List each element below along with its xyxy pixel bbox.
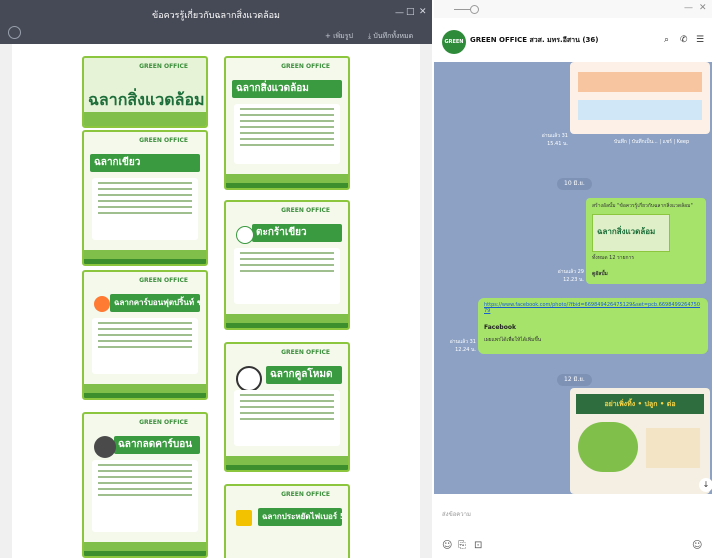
viewer-title: ข้อควรรู้เกี่ยวกับฉลากสิ่งแวดล้อม	[152, 11, 280, 21]
album-message[interactable]: สร้างอัลบั้ม "ข้อควรรู้เกี่ยวกับฉลากสิ่ง…	[586, 198, 706, 284]
card-title: ฉลากเขียว	[90, 154, 200, 172]
card-title: ฉลากคูลโหมด	[266, 366, 342, 384]
call-icon[interactable]: ✆	[680, 35, 688, 45]
image-card[interactable]: GREEN OFFICE ฉลากลดคาร์บอน	[82, 412, 208, 558]
add-photo-button[interactable]: + เพิ่มรูป	[325, 31, 353, 42]
logo: GREEN OFFICE	[281, 491, 330, 498]
image-content	[578, 100, 702, 120]
card-title: ฉลากลดคาร์บอน	[114, 436, 200, 454]
message-input-area[interactable]: ส่งข้อความ ☺ ⎘ ⊡ ☺	[434, 494, 712, 558]
minimize-icon[interactable]: —	[684, 3, 693, 13]
view-album-link[interactable]: ดูอัลบั้ม	[592, 270, 608, 278]
card-text	[92, 178, 198, 240]
album-count: ทั้งหมด 12 รายการ	[592, 255, 635, 261]
decoration	[84, 259, 206, 264]
close-icon[interactable]: ✕	[419, 7, 427, 17]
basket-icon	[236, 226, 254, 244]
low-carbon-icon	[94, 436, 116, 458]
card-text	[234, 390, 340, 446]
emoji-icon[interactable]: ☺	[442, 540, 452, 551]
chat-window: — ✕ GREEN OFFICE GREEN OFFICE สวส. มทร.อ…	[434, 0, 712, 558]
card-text	[92, 460, 198, 532]
album-viewer-window: ข้อควรรู้เกี่ยวกับฉลากสิ่งแวดล้อม + เพิ่…	[0, 0, 432, 558]
image-card[interactable]: GREEN OFFICE ฉลากเขียว	[82, 130, 208, 266]
save-all-button[interactable]: ⤓ บันทึกทั้งหมด	[368, 31, 413, 42]
image-content	[578, 72, 702, 92]
read-time: อ่านแล้ว 31 12.24 น.	[449, 339, 476, 353]
image-content	[646, 428, 700, 468]
album-caption: สร้างอัลบั้ม "ข้อควรรู้เกี่ยวกับฉลากสิ่ง…	[592, 203, 693, 209]
link-preview-title[interactable]: Facebook	[484, 324, 516, 331]
message-list[interactable]: บันทึก | บันทึกเป็น... | แชร์ | Keep อ่า…	[434, 62, 712, 494]
card-title: ตะกร้าเขียว	[252, 224, 342, 242]
image-headline: อย่าเพิ่งทิ้ง • ปลูก • ต่อ	[576, 394, 704, 414]
image-card[interactable]: GREEN OFFICE ฉลากสิ่งแวดล้อม	[224, 56, 350, 190]
group-avatar[interactable]: GREEN OFFICE	[442, 30, 466, 69]
image-card[interactable]: GREEN OFFICE ตะกร้าเขียว	[224, 200, 350, 330]
logo: GREEN OFFICE	[281, 349, 330, 356]
date-separator: 12 มิ.ย.	[557, 374, 592, 386]
minimize-icon[interactable]: —	[395, 8, 404, 18]
select-all-checkbox[interactable]	[8, 26, 21, 39]
logo: GREEN OFFICE	[139, 419, 188, 426]
scroll-down-button[interactable]: ↓	[699, 478, 712, 492]
decoration	[84, 112, 206, 126]
attach-icon[interactable]: ⎘	[458, 540, 466, 551]
decoration	[84, 551, 206, 556]
read-time: อ่านแล้ว 31 15.41 น.	[541, 133, 568, 147]
image-footer[interactable]: บันทึก | บันทึกเป็น... | แชร์ | Keep	[614, 138, 689, 146]
drag-handle[interactable]	[454, 9, 470, 10]
logo: GREEN OFFICE	[281, 207, 330, 214]
image-card[interactable]: GREEN OFFICE ฉลากคาร์บอนฟุตปริ้นท์ ของผล…	[82, 270, 208, 400]
logo: GREEN OFFICE	[139, 277, 188, 284]
logo: GREEN OFFICE	[281, 63, 330, 70]
card-text	[92, 318, 198, 374]
decoration	[226, 323, 348, 328]
card-title: ฉลากสิ่งแวดล้อม	[88, 90, 205, 109]
decoration	[226, 183, 348, 188]
image-message[interactable]	[570, 62, 710, 134]
search-icon[interactable]: ⌕	[664, 35, 669, 45]
card-title: ฉลากประหยัดไฟเบอร์ 5	[258, 508, 342, 526]
chat-title[interactable]: GREEN OFFICE สวส. มทร.อีสาน (36)	[470, 35, 598, 46]
cool-mode-icon	[236, 366, 262, 392]
message-input[interactable]: ส่งข้อความ	[442, 509, 471, 519]
chat-header: GREEN OFFICE GREEN OFFICE สวส. มทร.อีสาน…	[434, 18, 712, 69]
maximize-icon[interactable]: □	[406, 7, 415, 17]
pin-icon[interactable]	[470, 5, 479, 14]
decoration	[226, 465, 348, 470]
image-message[interactable]: อย่าเพิ่งทิ้ง • ปลูก • ต่อ	[570, 388, 710, 494]
album-thumbnail[interactable]: ฉลากสิ่งแวดล้อม	[592, 214, 670, 252]
image-card[interactable]: GREEN OFFICE ฉลากประหยัดไฟเบอร์ 5	[224, 484, 350, 558]
logo: GREEN OFFICE	[139, 137, 188, 144]
read-time: อ่านแล้ว 29 12.23 น.	[557, 269, 584, 283]
energy-label-icon	[236, 510, 252, 526]
card-text	[234, 248, 340, 304]
image-card[interactable]: GREEN OFFICE ฉลากคูลโหมด	[224, 342, 350, 472]
link-message[interactable]: https://www.facebook.com/photo/?fbid=669…	[478, 298, 708, 354]
screenshot-icon[interactable]: ⊡	[474, 540, 482, 551]
card-text	[234, 104, 340, 164]
decoration	[84, 393, 206, 398]
close-icon[interactable]: ✕	[699, 3, 707, 13]
window-title-bar: — ✕	[434, 0, 712, 18]
date-separator: 10 มิ.ย.	[557, 178, 592, 190]
image-card[interactable]: GREEN OFFICE ฉลากสิ่งแวดล้อม	[82, 56, 208, 128]
menu-icon[interactable]: ☰	[696, 35, 704, 45]
sticker-icon[interactable]: ☺	[692, 540, 702, 551]
link-preview-text: เผยแพร่ได้เพื่อให้ได้เพิ่มขึ้น	[484, 337, 542, 343]
image-content	[578, 422, 638, 472]
logo: GREEN OFFICE	[139, 63, 188, 70]
viewer-title-bar: ข้อควรรู้เกี่ยวกับฉลากสิ่งแวดล้อม + เพิ่…	[0, 0, 432, 44]
card-title: ฉลากคาร์บอนฟุตปริ้นท์ ของผลิตภัณฑ์	[110, 294, 200, 312]
carbon-icon	[94, 296, 110, 312]
image-grid: GREEN OFFICE ฉลากสิ่งแวดล้อม GREEN OFFIC…	[12, 44, 420, 558]
facebook-link[interactable]: https://www.facebook.com/photo/?fbid=669…	[484, 302, 702, 314]
card-title: ฉลากสิ่งแวดล้อม	[232, 80, 342, 98]
album-title: ฉลากสิ่งแวดล้อม	[597, 227, 656, 236]
